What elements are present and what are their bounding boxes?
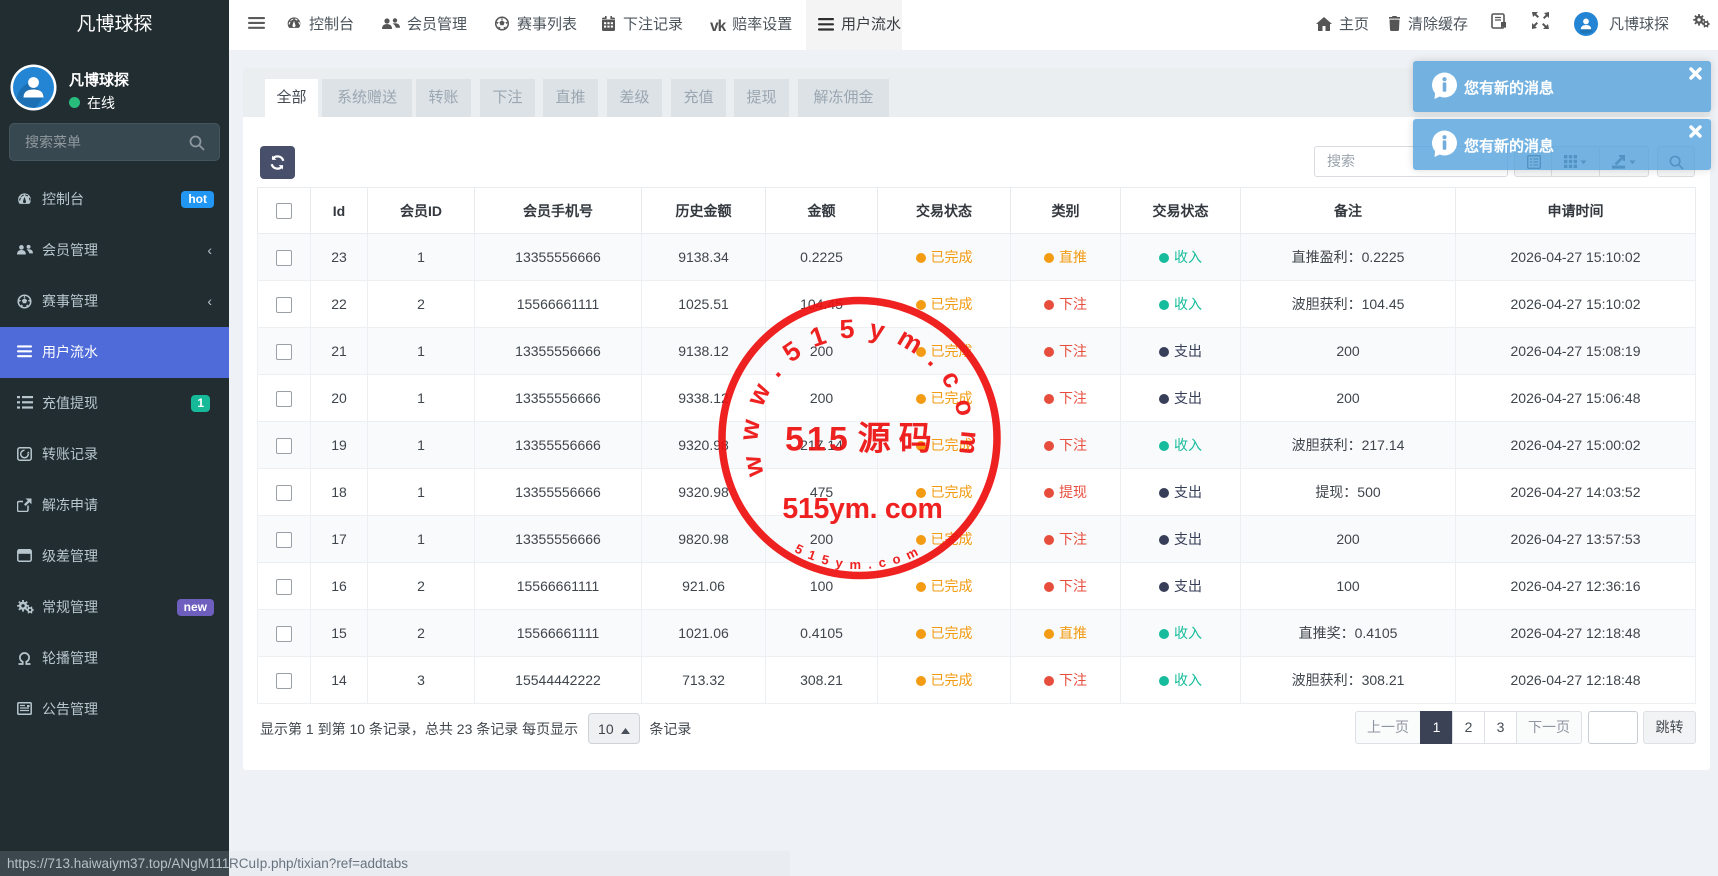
svg-text:515源码: 515源码 [785, 420, 940, 459]
svg-text:515ym. com: 515ym. com [782, 493, 942, 525]
